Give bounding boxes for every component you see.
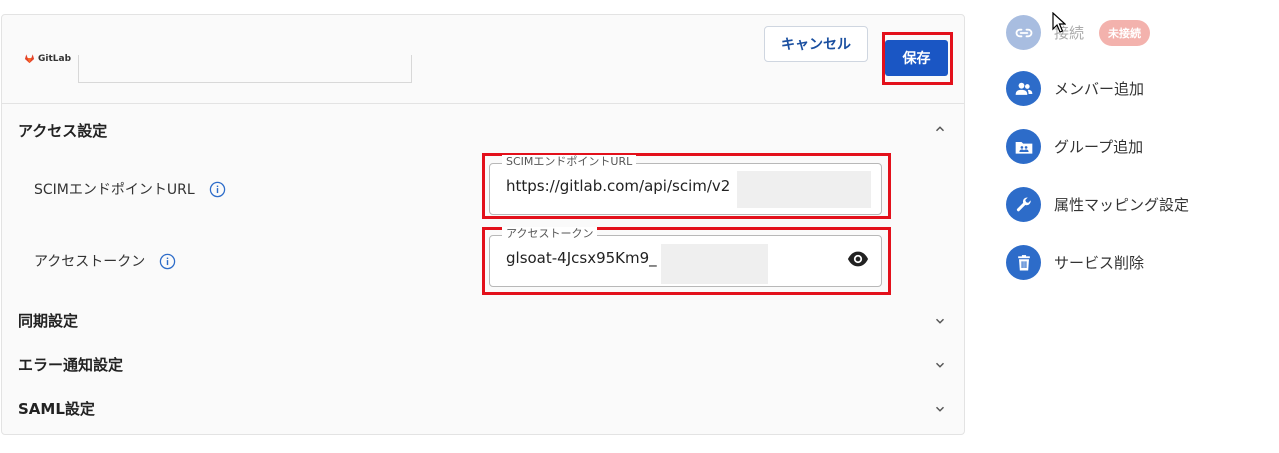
status-badge: 未接続 xyxy=(1099,19,1151,46)
token-field-value: glsoat-4Jcsx95Km9_ xyxy=(506,249,657,267)
chevron-down-icon[interactable] xyxy=(933,314,947,328)
sidebar-item-delete-service[interactable]: サービス削除 xyxy=(1006,245,1144,280)
logo-text: GitLab xyxy=(38,53,72,64)
section-title-error-notification[interactable]: エラー通知設定 xyxy=(18,354,123,375)
info-icon[interactable] xyxy=(159,253,176,270)
scim-field-value: https://gitlab.com/api/scim/v2 xyxy=(506,177,731,195)
eye-icon[interactable] xyxy=(847,250,869,268)
people-icon xyxy=(1006,71,1041,106)
section-title-saml[interactable]: SAML設定 xyxy=(18,398,95,419)
mouse-cursor-icon xyxy=(1052,12,1066,33)
trash-icon xyxy=(1006,245,1041,280)
sidebar-item-label: 属性マッピング設定 xyxy=(1054,196,1190,214)
service-name-input[interactable] xyxy=(78,55,412,83)
scim-field-legend: SCIMエンドポイントURL xyxy=(502,155,637,169)
access-token-field[interactable]: アクセストークン glsoat-4Jcsx95Km9_ xyxy=(489,227,882,287)
wrench-icon xyxy=(1006,187,1041,222)
cancel-button[interactable]: キャンセル xyxy=(764,26,868,62)
access-token-row-label: アクセストークン xyxy=(34,251,176,271)
sidebar-item-attribute-mapping[interactable]: 属性マッピング設定 xyxy=(1006,187,1189,222)
scim-endpoint-label: SCIMエンドポイントURL xyxy=(34,182,195,198)
gitlab-logo: GitLab xyxy=(24,53,71,64)
save-button[interactable]: 保存 xyxy=(885,40,948,76)
service-settings-card: GitLab アクセス設定 SCIMエンドポイントURL アクセストークン 同期… xyxy=(1,14,965,435)
redaction-mask xyxy=(661,244,768,284)
scim-endpoint-field[interactable]: SCIMエンドポイントURL https://gitlab.com/api/sc… xyxy=(489,155,882,215)
sidebar-item-label: サービス削除 xyxy=(1054,254,1145,272)
sidebar-item-connect[interactable]: 接続 未接続 xyxy=(1006,15,1151,50)
link-icon xyxy=(1006,15,1041,50)
sidebar-item-label: メンバー追加 xyxy=(1054,80,1145,98)
access-token-label: アクセストークン xyxy=(34,254,146,270)
chevron-down-icon[interactable] xyxy=(933,358,947,372)
sidebar-item-add-member[interactable]: メンバー追加 xyxy=(1006,71,1144,106)
section-title-access[interactable]: アクセス設定 xyxy=(18,120,107,141)
scim-endpoint-row-label: SCIMエンドポイントURL xyxy=(34,179,226,199)
section-title-sync[interactable]: 同期設定 xyxy=(18,310,78,331)
token-field-legend: アクセストークン xyxy=(502,227,598,241)
chevron-up-icon[interactable] xyxy=(933,122,947,136)
sidebar-item-add-group[interactable]: グループ追加 xyxy=(1006,129,1143,164)
sidebar-item-label: グループ追加 xyxy=(1054,138,1144,156)
gitlab-icon xyxy=(24,54,35,64)
redaction-mask xyxy=(737,171,871,208)
folder-group-icon xyxy=(1006,129,1041,164)
chevron-down-icon[interactable] xyxy=(933,402,947,416)
info-icon[interactable] xyxy=(209,181,226,198)
